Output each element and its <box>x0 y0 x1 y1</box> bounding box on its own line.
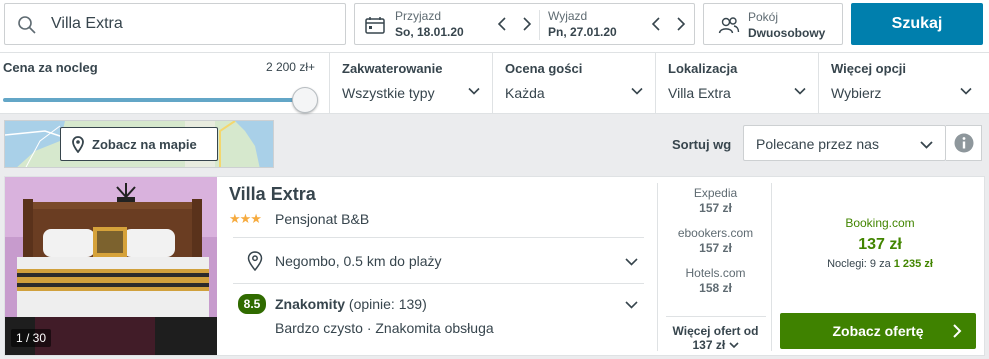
more-offers-price: 137 zł <box>692 338 726 352</box>
info-icon <box>954 133 973 153</box>
view-map-label: Zobacz na mapie <box>92 136 197 152</box>
room-selector[interactable]: Pokój Dwuosobowy <box>703 3 843 45</box>
search-input[interactable]: Villa Extra <box>4 3 346 45</box>
alt-provider: Expedia <box>693 186 738 200</box>
location-pin-icon <box>247 251 263 271</box>
price-filter-max: 2 200 zł+ <box>265 60 315 74</box>
photo-counter: 1 / 30 <box>11 329 52 347</box>
people-icon <box>718 17 740 34</box>
filter-value: Wybierz <box>831 85 882 101</box>
rating-text[interactable]: Znakomity (opinie: 139) <box>275 296 427 312</box>
calendar-icon <box>365 17 385 34</box>
map-thumbnail[interactable]: Zobacz na mapie <box>4 120 274 168</box>
price-filter: Cena za nocleg 2 200 zł+ <box>3 60 319 113</box>
view-deal-button[interactable]: Zobacz ofertę <box>780 313 976 349</box>
card-divider <box>233 283 644 284</box>
hotel-photo[interactable]: 1 / 30 <box>5 177 217 355</box>
best-offer-price[interactable]: 137 zł <box>780 236 980 254</box>
map-pin-icon <box>72 135 84 153</box>
filter-accommodation[interactable]: Zakwaterowanie Wszystkie typy <box>329 53 492 113</box>
search-icon <box>18 16 36 34</box>
sort-value: Polecane przez nas <box>756 136 879 152</box>
alt-provider: ebookers.com <box>677 226 754 240</box>
card-divider <box>233 237 644 238</box>
price-slider-track[interactable] <box>3 98 307 102</box>
filter-title: Więcej opcji <box>831 61 907 76</box>
chevron-down-icon[interactable] <box>625 255 638 268</box>
filter-bar: Cena za nocleg 2 200 zł+ Zakwaterowanie … <box>0 52 989 114</box>
filter-location[interactable]: Lokalizacja Villa Extra <box>655 53 818 113</box>
chevron-down-icon <box>920 141 933 149</box>
checkin-label: Przyjazd <box>395 9 442 23</box>
alt-price-item[interactable]: ebookers.com 157 zł <box>658 226 773 256</box>
hotel-result-card[interactable]: 1 / 30 Villa Extra ★★★ Pensjonat B&B Neg… <box>4 176 985 356</box>
alt-price: 158 zł <box>699 281 732 295</box>
chevron-down-icon <box>631 87 643 95</box>
checkout-field[interactable]: Wyjazd Pn, 27.01.20 <box>548 9 617 40</box>
rating-count: (opinie: 139) <box>348 296 427 312</box>
price-slider-handle[interactable] <box>292 87 318 113</box>
best-offer-nights: Noclegi: 9 za 1 235 zł <box>780 258 980 270</box>
checkin-value: So, 18.01.20 <box>395 25 464 39</box>
nights-text: Noclegi: 9 za <box>827 258 891 270</box>
rooms-label: Pokój <box>748 10 779 24</box>
filter-title: Ocena gości <box>505 61 583 76</box>
search-bar: Villa Extra Przyjazd So, 18.01.20 Wyjazd… <box>0 0 989 52</box>
filter-value: Każda <box>505 85 545 101</box>
best-offer: Booking.com 137 zł Noclegi: 9 za 1 235 z… <box>780 183 980 351</box>
chevron-right-icon <box>953 324 962 338</box>
date-divider <box>539 10 540 40</box>
rating-summary: Bardzo czysto · Znakomita obsługa <box>275 320 494 336</box>
view-deal-label: Zobacz ofertę <box>832 323 924 339</box>
best-offer-provider[interactable]: Booking.com <box>780 216 980 230</box>
checkin-arrows[interactable] <box>497 16 532 37</box>
more-offers-label: Więcej ofert od <box>672 324 759 338</box>
alt-price-item[interactable]: Expedia 157 zł <box>658 186 773 216</box>
more-offers-divider <box>666 316 766 317</box>
chevron-left-right-icon[interactable] <box>497 16 532 32</box>
alt-price: 157 zł <box>699 241 732 255</box>
sort-dropdown[interactable]: Polecane przez nas <box>743 125 946 161</box>
chevron-down-icon <box>468 87 480 95</box>
hotel-stars: ★★★ <box>229 211 262 226</box>
chevron-left-right-icon[interactable] <box>651 16 686 32</box>
rating-badge: 8.5 <box>238 294 266 314</box>
checkout-arrows[interactable] <box>651 16 686 37</box>
filter-value: Villa Extra <box>668 85 731 101</box>
alt-price-item[interactable]: Hotels.com 158 zł <box>658 266 773 296</box>
view-map-button[interactable]: Zobacz na mapie <box>60 127 218 161</box>
more-offers-price-row: 137 zł <box>658 338 773 352</box>
chevron-down-icon <box>960 87 972 95</box>
filter-guest-rating[interactable]: Ocena gości Każda <box>492 53 655 113</box>
chevron-down-icon[interactable] <box>625 298 638 311</box>
nights-total: 1 235 zł <box>893 258 933 270</box>
more-offers-button[interactable]: Więcej ofert od 137 zł <box>658 324 773 352</box>
alt-provider: Hotels.com <box>685 266 746 280</box>
filter-title: Zakwaterowanie <box>342 61 443 76</box>
hotel-location: Negombo, 0.5 km do plaży <box>275 253 442 269</box>
hotel-name[interactable]: Villa Extra <box>229 184 316 205</box>
sort-label: Sortuj wg <box>672 137 732 152</box>
alt-price: 157 zł <box>699 201 732 215</box>
checkout-label: Wyjazd <box>548 9 588 23</box>
checkout-value: Pn, 27.01.20 <box>548 25 617 39</box>
filter-more-options[interactable]: Więcej opcji Wybierz <box>818 53 984 113</box>
chevron-down-icon <box>728 342 739 349</box>
rating-word: Znakomity <box>275 296 346 312</box>
chevron-down-icon <box>794 87 806 95</box>
filter-title: Lokalizacja <box>668 61 738 76</box>
search-query: Villa Extra <box>51 15 123 32</box>
hotel-type: Pensjonat B&B <box>275 211 370 227</box>
filter-value: Wszystkie typy <box>342 85 435 101</box>
rooms-value: Dwuosobowy <box>748 26 826 40</box>
date-picker[interactable]: Przyjazd So, 18.01.20 Wyjazd Pn, 27.01.2… <box>354 3 695 45</box>
alternative-prices: Expedia 157 zł ebookers.com 157 zł Hotel… <box>657 183 773 352</box>
checkin-field[interactable]: Przyjazd So, 18.01.20 <box>395 9 464 40</box>
info-button[interactable] <box>946 125 982 161</box>
search-button[interactable]: Szukaj <box>851 3 983 45</box>
